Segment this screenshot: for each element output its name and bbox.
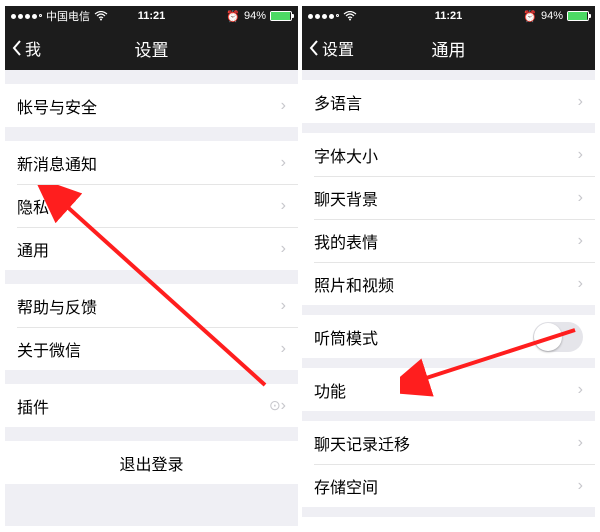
wifi-icon bbox=[343, 11, 357, 21]
back-label: 设置 bbox=[322, 36, 354, 60]
cell-label: 听筒模式 bbox=[314, 325, 533, 349]
cell-chat-background[interactable]: 聊天背景 › bbox=[302, 176, 595, 219]
chevron-right-icon: › bbox=[281, 197, 286, 215]
chevron-right-icon: › bbox=[578, 381, 583, 399]
wifi-icon bbox=[94, 11, 108, 21]
cell-label: 聊天记录迁移 bbox=[314, 431, 578, 455]
cell-label: 我的表情 bbox=[314, 229, 578, 253]
phone-settings: 中国电信 11:21 ⏰ 94% 我 设置 帐号与安全 › bbox=[5, 6, 298, 526]
carrier-label: 中国电信 bbox=[46, 8, 90, 24]
nav-bar: 设置 通用 bbox=[302, 26, 595, 70]
cell-label: 多语言 bbox=[314, 90, 578, 114]
general-list: 多语言 › 字体大小 › 聊天背景 › 我的表情 › 照片和视频 bbox=[302, 80, 595, 526]
chevron-right-icon: › bbox=[281, 240, 286, 258]
back-button[interactable]: 我 bbox=[5, 36, 41, 60]
chevron-right-icon: › bbox=[578, 477, 583, 495]
cell-general[interactable]: 通用 › bbox=[5, 227, 298, 270]
chevron-right-icon: › bbox=[578, 93, 583, 111]
alarm-icon: ⏰ bbox=[226, 10, 240, 23]
cell-label: 通用 bbox=[17, 237, 281, 261]
battery-icon bbox=[567, 11, 589, 21]
cell-label: 插件 bbox=[17, 394, 265, 418]
cell-earpiece-mode[interactable]: 听筒模式 bbox=[302, 315, 595, 358]
chevron-right-icon: › bbox=[578, 275, 583, 293]
cell-label: 功能 bbox=[314, 378, 578, 402]
cell-label: 照片和视频 bbox=[314, 272, 578, 296]
cell-label: 退出登录 bbox=[17, 451, 286, 475]
chevron-right-icon: › bbox=[281, 97, 286, 115]
cell-chat-migration[interactable]: 聊天记录迁移 › bbox=[302, 421, 595, 464]
cell-privacy[interactable]: 隐私 › bbox=[5, 184, 298, 227]
battery-pct-label: 94% bbox=[541, 10, 563, 22]
cell-label: 聊天背景 bbox=[314, 186, 578, 210]
cell-label: 帮助与反馈 bbox=[17, 294, 281, 318]
cell-features[interactable]: 功能 › bbox=[302, 368, 595, 411]
earpiece-switch[interactable] bbox=[533, 322, 583, 352]
status-bar: 11:21 ⏰ 94% bbox=[302, 6, 595, 26]
cell-storage[interactable]: 存储空间 › bbox=[302, 464, 595, 507]
chevron-left-icon bbox=[308, 39, 320, 57]
cell-language[interactable]: 多语言 › bbox=[302, 80, 595, 123]
battery-icon bbox=[270, 11, 292, 21]
cell-about-wechat[interactable]: 关于微信 › bbox=[5, 327, 298, 370]
chevron-right-icon: › bbox=[578, 146, 583, 164]
page-title: 设置 bbox=[5, 36, 298, 61]
chevron-right-icon: › bbox=[578, 434, 583, 452]
settings-list: 帐号与安全 › 新消息通知 › 隐私 › 通用 › bbox=[5, 84, 298, 484]
nav-bar: 我 设置 bbox=[5, 26, 298, 70]
chevron-left-icon bbox=[11, 39, 23, 57]
back-button[interactable]: 设置 bbox=[302, 36, 354, 60]
chevron-right-icon: › bbox=[281, 340, 286, 358]
cell-label: 新消息通知 bbox=[17, 151, 281, 175]
signal-dots-icon bbox=[308, 14, 339, 19]
cell-new-message-notify[interactable]: 新消息通知 › bbox=[5, 141, 298, 184]
cell-label: 关于微信 bbox=[17, 337, 281, 361]
cell-clear-chat-history[interactable]: 清空聊天记录 bbox=[302, 517, 595, 526]
cell-account-security[interactable]: 帐号与安全 › bbox=[5, 84, 298, 127]
battery-pct-label: 94% bbox=[244, 10, 266, 22]
plugin-status-icon: ⊙ bbox=[269, 397, 281, 414]
chevron-right-icon: › bbox=[281, 397, 286, 415]
alarm-icon: ⏰ bbox=[523, 10, 537, 23]
cell-label: 隐私 bbox=[17, 194, 281, 218]
cell-label: 字体大小 bbox=[314, 143, 578, 167]
cell-my-stickers[interactable]: 我的表情 › bbox=[302, 219, 595, 262]
chevron-right-icon: › bbox=[578, 189, 583, 207]
cell-plugins[interactable]: 插件 ⊙ › bbox=[5, 384, 298, 427]
status-bar: 中国电信 11:21 ⏰ 94% bbox=[5, 6, 298, 26]
chevron-right-icon: › bbox=[281, 297, 286, 315]
chevron-right-icon: › bbox=[578, 232, 583, 250]
chevron-right-icon: › bbox=[281, 154, 286, 172]
cell-logout[interactable]: 退出登录 bbox=[5, 441, 298, 484]
signal-dots-icon bbox=[11, 14, 42, 19]
cell-label: 存储空间 bbox=[314, 474, 578, 498]
cell-font-size[interactable]: 字体大小 › bbox=[302, 133, 595, 176]
phone-general: 11:21 ⏰ 94% 设置 通用 多语言 › 字体 bbox=[302, 6, 595, 526]
back-label: 我 bbox=[25, 36, 41, 60]
cell-label: 帐号与安全 bbox=[17, 94, 281, 118]
cell-photos-videos[interactable]: 照片和视频 › bbox=[302, 262, 595, 305]
cell-help-feedback[interactable]: 帮助与反馈 › bbox=[5, 284, 298, 327]
